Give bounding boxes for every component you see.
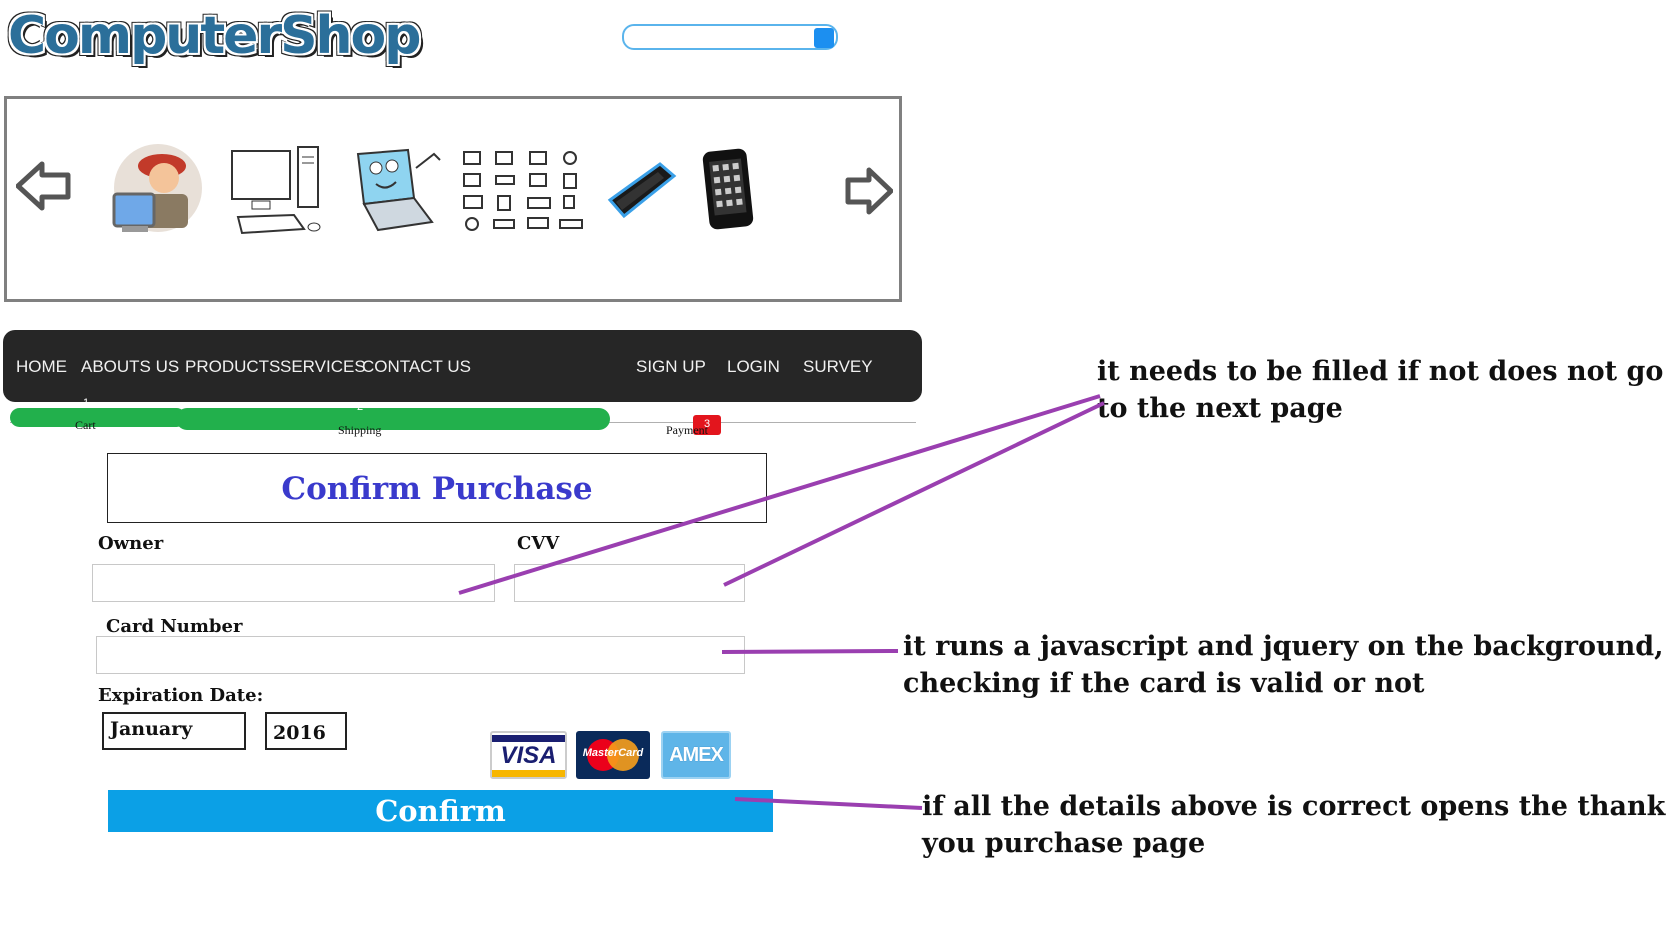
search-input[interactable] <box>622 24 838 50</box>
step-shipping-number: 2 <box>356 401 364 413</box>
amex-card-icon: AMEX <box>661 731 731 779</box>
cartoon-laptop-icon[interactable] <box>352 146 446 236</box>
nav-survey[interactable]: SURVEY <box>803 357 873 377</box>
smartphone-icon[interactable] <box>700 146 756 232</box>
step-shipping-label: Shipping <box>338 423 382 437</box>
annotation-confirm-line1: if all the details above is correct open… <box>922 791 1666 822</box>
annotation-validation-line1: it runs a javascript and jquery on the b… <box>903 631 1664 662</box>
annotation-required-line1: it needs to be filled if not does not go <box>1097 356 1664 387</box>
card-number-input[interactable] <box>96 636 745 674</box>
annotation-card-validation: it runs a javascript and jquery on the b… <box>903 628 1664 702</box>
annotation-confirm-result: if all the details above is correct open… <box>922 788 1665 862</box>
step-shipping <box>176 408 610 430</box>
nav-sign-up[interactable]: SIGN UP <box>636 357 706 377</box>
annotation-confirm-line2: you purchase page <box>922 828 1206 859</box>
confirm-button[interactable]: Confirm <box>108 790 773 832</box>
amex-card-label: AMEX <box>669 744 724 766</box>
nav-contact-us[interactable]: CONTACT US <box>362 357 471 377</box>
annotation-validation-line2: checking if the card is valid or not <box>903 668 1425 699</box>
annotation-line-cvv <box>723 401 1105 587</box>
mastercard-label: MasterCard <box>582 747 644 759</box>
arrow-right-icon[interactable] <box>845 166 893 216</box>
cvv-label: CVV <box>517 533 560 554</box>
nav-products[interactable]: PRODUCTS <box>185 357 280 377</box>
cvv-input[interactable] <box>514 564 745 602</box>
step-payment-label: Payment <box>666 423 708 437</box>
step-cart <box>10 408 186 427</box>
annotation-required-fields: it needs to be filled if not does not go… <box>1097 353 1663 427</box>
computershop-logo[interactable]: ComputerShop <box>8 6 421 66</box>
visa-card-label: VISA <box>500 742 557 769</box>
expiration-date-label: Expiration Date: <box>98 685 264 706</box>
computer-parts-icon[interactable] <box>460 148 586 240</box>
expiration-month-select[interactable]: January <box>102 712 246 750</box>
visa-card-icon: VISA <box>490 731 567 779</box>
mastercard-icon: MasterCard <box>576 731 650 779</box>
nav-login[interactable]: LOGIN <box>727 357 780 377</box>
nav-services[interactable]: SERVICES <box>280 357 366 377</box>
black-phone-icon[interactable] <box>606 160 678 224</box>
expiration-year-select[interactable]: 2016 <box>265 712 347 750</box>
card-number-label: Card Number <box>106 616 243 637</box>
arrow-left-icon[interactable] <box>16 160 72 212</box>
step-cart-label: Cart <box>75 418 96 432</box>
desktop-computer-icon[interactable] <box>228 143 324 239</box>
annotation-line-card-number <box>721 649 899 654</box>
annotation-required-line2: to the next page <box>1097 393 1343 424</box>
owner-label: Owner <box>98 533 164 554</box>
page-title: Confirm Purchase <box>281 471 593 507</box>
step-cart-number: 1 <box>82 397 90 409</box>
search-button[interactable] <box>814 28 834 48</box>
nav-abouts-us[interactable]: ABOUTS US <box>81 357 179 377</box>
owner-input[interactable] <box>92 564 495 602</box>
confirm-purchase-header: Confirm Purchase <box>107 453 767 523</box>
technician-icon[interactable] <box>108 140 214 238</box>
nav-home[interactable]: HOME <box>16 357 67 377</box>
